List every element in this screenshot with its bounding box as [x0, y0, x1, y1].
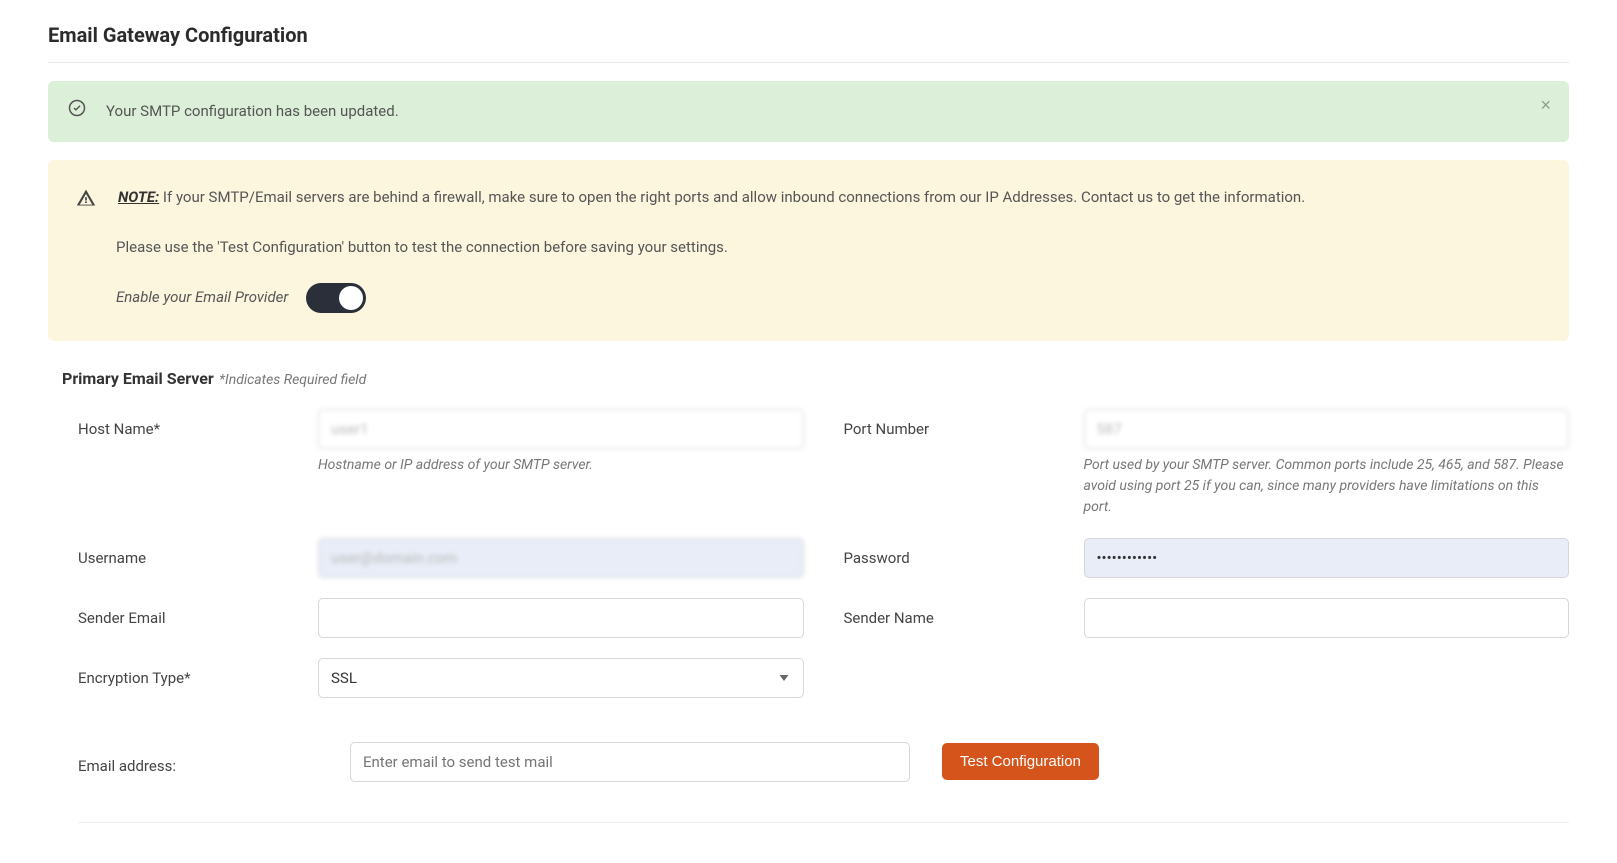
encryption-type-select[interactable]: SSL — [318, 658, 804, 698]
sender-email-input[interactable] — [318, 598, 804, 638]
note-text: If your SMTP/Email servers are behind a … — [159, 188, 1305, 206]
page-title: Email Gateway Configuration — [48, 20, 1569, 50]
test-email-label: Email address: — [78, 746, 318, 778]
sender-name-input[interactable] — [1084, 598, 1570, 638]
port-number-help: Port used by your SMTP server. Common po… — [1084, 455, 1570, 518]
test-configuration-button[interactable]: Test Configuration — [942, 743, 1099, 780]
alert-warning: NOTE: If your SMTP/Email servers are beh… — [48, 160, 1569, 341]
host-name-input[interactable] — [318, 409, 804, 449]
note-label: NOTE: — [118, 188, 159, 206]
section-hint: *Indicates Required field — [216, 372, 367, 388]
enable-provider-toggle[interactable] — [306, 283, 366, 313]
port-number-label: Port Number — [844, 409, 1084, 441]
bottom-divider — [78, 822, 1569, 823]
port-number-input[interactable] — [1084, 409, 1570, 449]
host-name-help: Hostname or IP address of your SMTP serv… — [318, 455, 804, 476]
section-title: Primary Email Server — [62, 369, 214, 388]
primary-server-section-header: Primary Email Server *Indicates Required… — [62, 367, 1569, 391]
test-email-input[interactable] — [350, 742, 910, 782]
password-label: Password — [844, 538, 1084, 570]
sender-name-label: Sender Name — [844, 598, 1084, 630]
note-line2: Please use the 'Test Configuration' butt… — [116, 236, 1541, 259]
warning-triangle-icon — [76, 188, 96, 215]
enable-provider-label: Enable your Email Provider — [116, 286, 288, 309]
title-divider — [48, 62, 1569, 63]
alert-close-button[interactable]: × — [1540, 95, 1551, 116]
encryption-type-label: Encryption Type* — [78, 658, 318, 690]
check-circle-icon — [68, 99, 86, 124]
alert-success: Your SMTP configuration has been updated… — [48, 81, 1569, 142]
username-label: Username — [78, 538, 318, 570]
host-name-label: Host Name* — [78, 409, 318, 441]
sender-email-label: Sender Email — [78, 598, 318, 630]
alert-success-text: Your SMTP configuration has been updated… — [106, 100, 399, 123]
username-input[interactable] — [318, 538, 804, 578]
toggle-knob — [339, 286, 363, 310]
password-input[interactable] — [1084, 538, 1570, 578]
